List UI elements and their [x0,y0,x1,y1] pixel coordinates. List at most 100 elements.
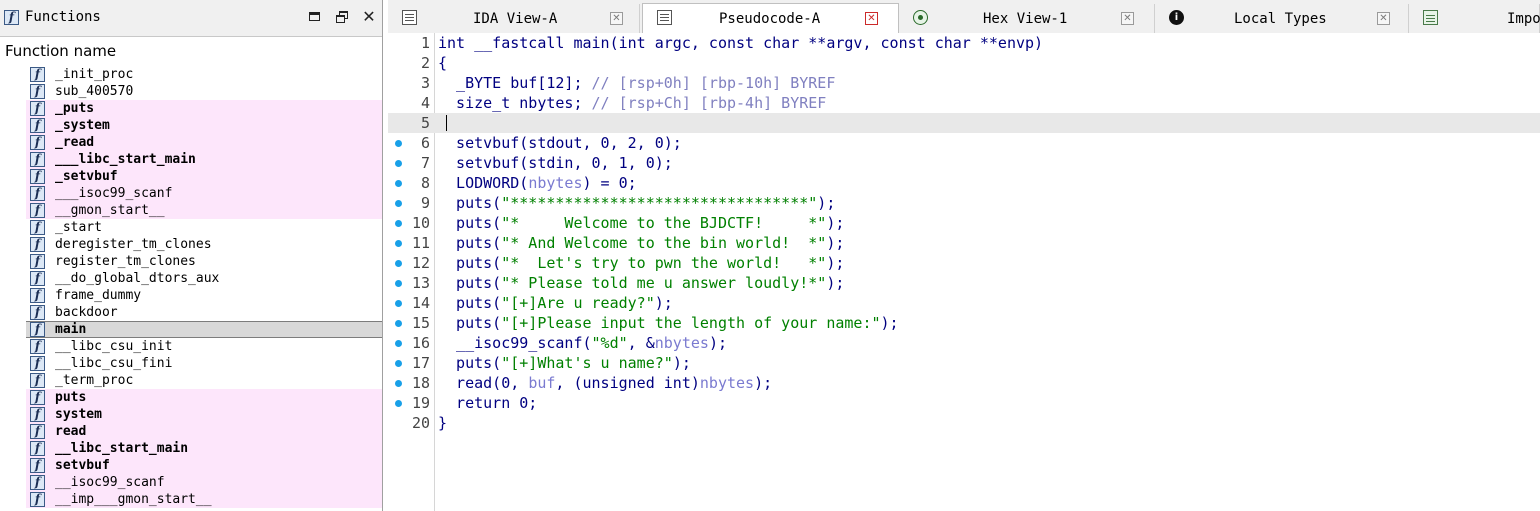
function-row[interactable]: f ___libc_start_main [26,151,382,168]
line-number: 13 [411,274,430,292]
function-row[interactable]: f setvbuf [26,457,382,474]
function-row[interactable]: f frame_dummy [0,287,382,304]
function-row[interactable]: f _init_proc [0,66,382,83]
function-icon: f [30,101,45,116]
close-pane-button[interactable]: ✕ [361,9,377,25]
function-row[interactable]: f __gmon_start__ [26,202,382,219]
pseudocode-view[interactable]: 1 int __fastcall main(int argc, const cha… [388,33,1540,511]
tab-label: Hex View-1 [983,11,1068,27]
function-name: puts [55,390,87,405]
function-row[interactable]: f __libc_csu_init [0,338,382,355]
function-row[interactable]: f _read [26,134,382,151]
function-icon: f [30,475,45,490]
function-row[interactable]: f sub_400570 [0,83,382,100]
hex-view-icon [913,10,928,25]
column-header-function-name[interactable]: Function name [5,42,116,60]
tab-close-icon[interactable]: ✕ [1121,12,1134,25]
code-token: puts( [438,314,502,332]
maximize-button[interactable] [307,9,323,25]
text-caret [446,115,447,131]
function-row[interactable]: f main [26,321,382,338]
function-row[interactable]: f _setvbuf [26,168,382,185]
code-line[interactable]: 1 int __fastcall main(int argc, const cha… [388,33,1540,53]
code-string: "* And Welcome to the bin world! *" [501,234,827,252]
function-row[interactable]: f _start [0,219,382,236]
code-line[interactable]: 10 puts("* Welcome to the BJDCTF! *"); [388,213,1540,233]
code-line[interactable]: 7 setvbuf(stdin, 0, 1, 0); [388,153,1540,173]
code-line[interactable]: 2{ [388,53,1540,73]
function-name: frame_dummy [55,288,142,303]
function-row[interactable]: f register_tm_clones [0,253,382,270]
code-string: "[+]What's u name?" [501,354,673,372]
function-row[interactable]: f backdoor [0,304,382,321]
pseudocode-icon [657,10,672,25]
code-text: setvbuf(stdout, 0, 2, 0); [438,134,682,152]
function-row[interactable]: f __imp___gmon_start__ [26,491,382,508]
function-icon: f [30,441,45,456]
function-icon: f [30,118,45,133]
code-token: ) = 0; [582,174,637,192]
code-text: read(0, buf, (unsigned int)nbytes); [438,374,772,392]
function-row[interactable]: f _puts [26,100,382,117]
code-line[interactable]: 8 LODWORD(nbytes) = 0; [388,173,1540,193]
function-row[interactable]: f __isoc99_scanf [26,474,382,491]
code-text: puts("* Please told me u answer loudly!*… [438,274,844,292]
line-number: 8 [420,174,430,192]
tab-ida-view-a[interactable]: IDA View-A ✕ [388,4,640,33]
code-line[interactable]: 12 puts("* Let's try to pwn the world! *… [388,253,1540,273]
code-line[interactable]: 5 [388,113,1540,133]
function-row[interactable]: f deregister_tm_clones [0,236,382,253]
function-row[interactable]: f _term_proc [0,372,382,389]
function-row[interactable]: f puts [26,389,382,406]
tab-hex-view-1[interactable]: Hex View-1 ✕ [899,4,1155,33]
code-token: read(0, [438,374,529,392]
tab-close-icon[interactable]: ✕ [865,12,878,25]
line-number: 19 [411,394,430,412]
code-token: puts( [438,354,502,372]
code-line[interactable]: 18 read(0, buf, (unsigned int)nbytes); [388,373,1540,393]
code-token: } [438,414,448,432]
code-line[interactable]: 3 _BYTE buf[12]; // [rsp+0h] [rbp-10h] B… [388,73,1540,93]
line-number: 20 [411,414,430,432]
float-window-button[interactable] [335,9,351,25]
function-row[interactable]: f __libc_csu_fini [0,355,382,372]
tab-local-types[interactable]: i Local Types ✕ [1155,4,1409,33]
function-icon: f [30,67,45,82]
code-token: ); [826,234,845,252]
tab-pseudocode-a[interactable]: Pseudocode-A ✕ [642,3,899,34]
function-icon: f [30,152,45,167]
function-row[interactable]: f __do_global_dtors_aux [0,270,382,287]
code-line[interactable]: 4 size_t nbytes; // [rsp+Ch] [rbp-4h] BY… [388,93,1540,113]
functions-title: Functions [25,9,101,25]
code-line[interactable]: 9 puts("********************************… [388,193,1540,213]
code-line[interactable]: 11 puts("* And Welcome to the bin world!… [388,233,1540,253]
code-line[interactable]: 20} [388,413,1540,433]
tab-impo[interactable]: Impo [1409,4,1540,33]
code-line[interactable]: 13 puts("* Please told me u answer loudl… [388,273,1540,293]
code-line[interactable]: 6 setvbuf(stdout, 0, 2, 0); [388,133,1540,153]
code-line[interactable]: 14 puts("[+]Are u ready?"); [388,293,1540,313]
code-variable: buf [528,374,556,392]
function-row[interactable]: f ___isoc99_scanf [26,185,382,202]
line-number: 2 [420,54,430,72]
code-token: { [438,54,448,72]
code-token: puts( [438,254,502,272]
function-row[interactable]: f _system [26,117,382,134]
code-line[interactable]: 16 __isoc99_scanf("%d", &nbytes); [388,333,1540,353]
code-line[interactable]: 17 puts("[+]What's u name?"); [388,353,1540,373]
function-name: __isoc99_scanf [55,475,165,490]
function-row[interactable]: f read [26,423,382,440]
function-row[interactable]: f __libc_start_main [26,440,382,457]
code-line[interactable]: 15 puts("[+]Please input the length of y… [388,313,1540,333]
tab-close-icon[interactable]: ✕ [610,12,623,25]
function-icon: f [30,254,45,269]
code-line[interactable]: 19 return 0; [388,393,1540,413]
function-row[interactable]: f system [26,406,382,423]
function-name: __libc_start_main [55,441,189,456]
code-token: ); [826,254,845,272]
function-list: f _init_proc f sub_400570 f _puts f _system f _re… [0,66,382,508]
code-comment: // [rsp+Ch] [rbp-4h] BYREF [591,94,827,112]
tab-close-icon[interactable]: ✕ [1377,12,1390,25]
function-icon: f [30,288,45,303]
function-name: system [55,407,102,422]
